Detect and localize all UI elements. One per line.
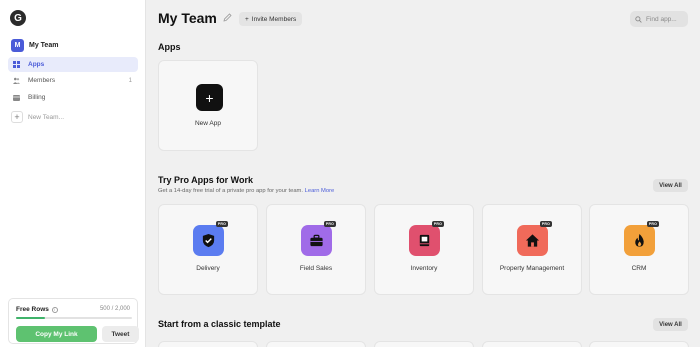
house-icon: PRO (517, 221, 552, 256)
team-avatar: M (11, 39, 24, 52)
search-icon (635, 15, 642, 23)
new-app-label: New App (194, 120, 222, 127)
sidebar-item-billing[interactable]: Billing (8, 90, 138, 105)
plus-icon: + (196, 84, 223, 111)
pro-app-label: CRM (631, 265, 647, 272)
info-icon[interactable]: i (51, 306, 58, 313)
template-card[interactable] (482, 341, 582, 347)
new-team-label: New Team... (28, 113, 65, 121)
free-rows-progress-fill (16, 317, 45, 319)
team-name: My Team (29, 42, 59, 49)
tweet-button[interactable]: Tweet (102, 326, 139, 342)
template-card[interactable] (158, 341, 258, 347)
pro-subtitle-text: Get a 14-day free trial of a private pro… (158, 188, 303, 194)
search-input[interactable] (646, 15, 686, 23)
people-icon (13, 77, 20, 84)
sidebar-item-members[interactable]: Members 1 (8, 73, 138, 88)
template-card[interactable] (374, 341, 474, 347)
free-rows-label: Free Rows (16, 306, 49, 313)
pro-badge: PRO (323, 221, 336, 227)
free-rows-count: 500 / 2,000 (99, 306, 130, 312)
pro-badge: PRO (646, 221, 659, 227)
sidebar-item-label: Apps (28, 61, 45, 68)
book-icon: PRO (409, 221, 444, 256)
pro-badge: PRO (215, 221, 228, 227)
pro-app-card-delivery[interactable]: PRO Delivery (158, 204, 258, 295)
copy-link-button[interactable]: Copy My Link (16, 326, 97, 342)
template-card[interactable] (266, 341, 366, 347)
template-card[interactable] (589, 341, 689, 347)
pro-app-card-property-management[interactable]: PRO Property Management (482, 204, 582, 295)
team-switcher[interactable]: M My Team (11, 39, 58, 52)
glide-logo[interactable]: G (10, 10, 26, 26)
grid-icon (13, 61, 20, 68)
apps-section-title: Apps (158, 42, 181, 52)
pro-app-label: Property Management (499, 265, 565, 272)
pro-app-label: Inventory (410, 265, 438, 272)
sidebar-item-label: Billing (28, 94, 46, 101)
pro-badge: PRO (431, 221, 444, 227)
sidebar-item-label: Members (28, 77, 56, 84)
pro-section-subtitle: Get a 14-day free trial of a private pro… (158, 188, 334, 194)
pro-app-card-crm[interactable]: PRO CRM (589, 204, 689, 295)
invite-members-button[interactable]: + Invite Members (239, 12, 303, 26)
plus-icon: + (245, 15, 249, 23)
members-count: 1 (128, 77, 132, 84)
shield-check-icon: PRO (193, 221, 228, 256)
pro-badge: PRO (539, 221, 552, 227)
free-rows-card: Free Rows i 500 / 2,000 Copy My Link Twe… (8, 298, 139, 344)
pencil-icon[interactable] (223, 13, 232, 22)
card-icon (13, 94, 20, 101)
page-title: My Team (158, 10, 217, 26)
free-rows-label-wrap: Free Rows i (16, 306, 58, 313)
new-team-button[interactable]: + New Team... (11, 111, 64, 123)
pro-app-label: Delivery (196, 265, 220, 272)
template-view-all-button[interactable]: View All (653, 318, 688, 331)
search-box[interactable] (630, 11, 688, 27)
learn-more-link[interactable]: Learn More (305, 188, 335, 194)
template-section-title: Start from a classic template (158, 319, 281, 329)
sidebar: G M My Team Apps Members 1 Billing + New… (0, 0, 146, 347)
invite-members-label: Invite Members (251, 15, 297, 23)
new-app-card[interactable]: + New App (158, 60, 258, 151)
plus-icon: + (11, 111, 23, 123)
free-rows-progress (16, 317, 132, 319)
pro-view-all-button[interactable]: View All (653, 179, 688, 192)
pro-section-title: Try Pro Apps for Work (158, 175, 254, 185)
pro-app-label: Field Sales (299, 265, 333, 272)
pro-app-card-field-sales[interactable]: PRO Field Sales (266, 204, 366, 295)
pro-app-card-inventory[interactable]: PRO Inventory (374, 204, 474, 295)
sidebar-item-apps[interactable]: Apps (8, 57, 138, 72)
briefcase-icon: PRO (301, 221, 336, 256)
flame-icon: PRO (624, 221, 659, 256)
